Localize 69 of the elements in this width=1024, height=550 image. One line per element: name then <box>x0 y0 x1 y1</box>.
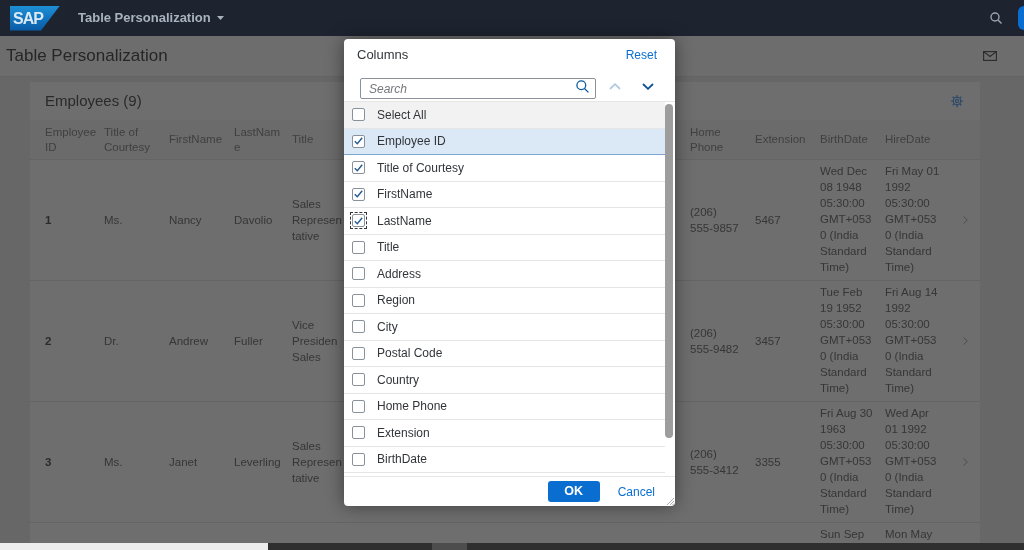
check-icon <box>354 163 363 172</box>
column-list-item[interactable]: Home Phone <box>344 393 665 420</box>
checkbox[interactable] <box>350 371 367 389</box>
dialog-title: Columns <box>357 46 409 65</box>
scrollbar[interactable] <box>665 104 673 438</box>
cancel-button[interactable]: Cancel <box>609 481 663 502</box>
table-cell-text: Fuller <box>234 334 263 349</box>
caret-down-icon <box>216 16 224 20</box>
table-title: Employees (9) <box>45 90 142 111</box>
table-cell-text: Leverling <box>234 455 281 470</box>
logo[interactable]: SAP <box>10 5 60 31</box>
checkbox[interactable] <box>350 106 367 124</box>
column-list-item[interactable]: Title <box>344 234 665 261</box>
column-list-item[interactable]: Title of Courtesy <box>344 155 665 182</box>
chevron-right-icon <box>962 337 968 345</box>
column-list-item[interactable]: FirstName <box>344 181 665 208</box>
column-list-item[interactable]: Region <box>344 287 665 314</box>
table-cell-text: 5467 <box>755 213 781 228</box>
checkbox[interactable] <box>350 344 367 362</box>
column-list-item[interactable]: Employee ID <box>344 128 665 155</box>
chevron-up-icon <box>609 82 621 90</box>
search-field[interactable]: Search <box>360 78 596 99</box>
avatar-icon[interactable] <box>1018 6 1024 30</box>
checkbox[interactable] <box>350 318 367 336</box>
checkbox[interactable] <box>350 212 367 230</box>
select-all-item[interactable]: Select All <box>344 102 665 129</box>
checkbox[interactable] <box>350 424 367 442</box>
page-title: Table Personalization <box>6 45 168 68</box>
column-list-item[interactable]: Extension <box>344 420 665 447</box>
column-list-item[interactable]: Address <box>344 261 665 288</box>
column-list-item[interactable]: Postal Code <box>344 340 665 367</box>
chevron-down-icon <box>642 82 654 90</box>
check-icon <box>354 137 363 146</box>
table-cell-text: Dr. <box>104 334 119 349</box>
column-list-item[interactable]: BirthDate <box>344 446 665 473</box>
table-cell-text: Davolio <box>234 213 273 228</box>
column-list-item[interactable]: LastName <box>344 208 665 235</box>
reset-button[interactable]: Reset <box>625 46 657 64</box>
check-icon <box>354 190 363 199</box>
table-cell-text: 1 <box>45 213 52 228</box>
checkbox[interactable] <box>350 238 367 256</box>
table-cell-text: 3355 <box>755 455 781 470</box>
table-cell-text: Andrew <box>169 334 208 349</box>
ok-button[interactable]: OK <box>547 481 600 502</box>
checkbox[interactable] <box>350 397 367 415</box>
check-icon <box>354 216 363 225</box>
resize-grip-icon[interactable] <box>667 498 674 505</box>
checkbox[interactable] <box>350 450 367 468</box>
search-icon[interactable] <box>576 79 589 93</box>
checkbox[interactable] <box>350 265 367 283</box>
search-icon[interactable] <box>990 12 1002 24</box>
checkbox[interactable] <box>350 159 367 177</box>
settings-icon[interactable] <box>950 94 964 108</box>
table-cell-text: Ms. <box>104 455 123 470</box>
app-title-menu[interactable]: Table Personalization <box>78 8 224 28</box>
table-cell-text: Ms. <box>104 213 123 228</box>
table-cell-text: 2 <box>45 334 52 349</box>
column-list-item[interactable]: City <box>344 314 665 341</box>
column-list-item[interactable]: Country <box>344 367 665 394</box>
table-cell-text: Mon May <box>885 527 933 542</box>
chevron-right-icon <box>962 458 968 466</box>
checkbox[interactable] <box>350 291 367 309</box>
table-cell-text: Nancy <box>169 213 202 228</box>
table-cell-text: 3457 <box>755 334 781 349</box>
table-cell-text: 3 <box>45 455 52 470</box>
mail-icon[interactable] <box>983 51 997 61</box>
checkbox[interactable] <box>350 132 367 150</box>
chevron-right-icon <box>962 216 968 224</box>
checkbox[interactable] <box>350 185 367 203</box>
